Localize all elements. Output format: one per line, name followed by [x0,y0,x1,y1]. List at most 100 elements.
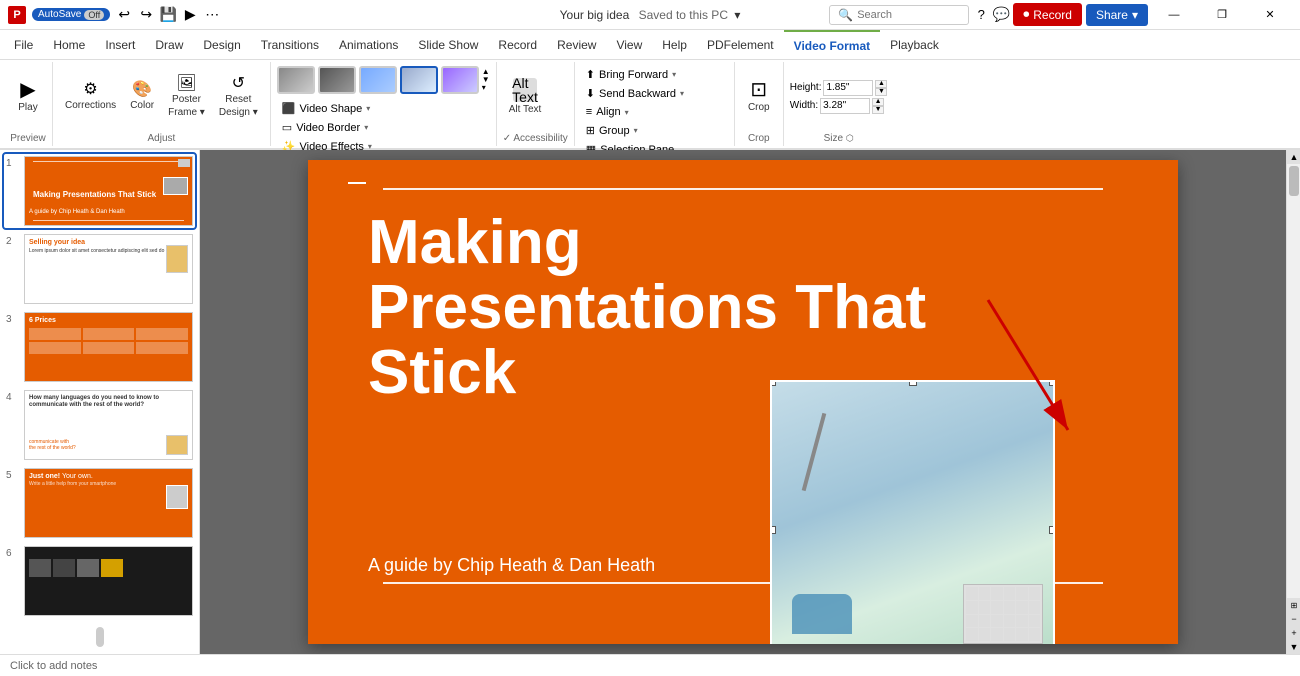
send-backward-button[interactable]: ⬇ Send Backward ▾ [581,85,689,102]
undo-icon[interactable]: ↩ [116,7,132,23]
group-arrow: ▾ [634,126,638,135]
tab-file[interactable]: File [4,30,43,59]
slide-item-4[interactable]: 4 How many languages do you need to know… [4,388,195,462]
width-down[interactable]: ▼ [872,106,884,114]
slide-number-4: 4 [6,392,18,403]
zoom-in-button[interactable]: + [1287,626,1300,640]
size-expand-icon[interactable]: ⬡ [846,133,854,143]
search-box[interactable]: 🔍 [829,5,969,25]
style-more[interactable]: ▾ [482,84,490,92]
autosave-label: AutoSave [38,9,81,20]
slide-number-3: 3 [6,314,18,325]
close-button[interactable]: ✕ [1248,0,1292,30]
style-thumb-4[interactable] [400,66,438,94]
tab-draw[interactable]: Draw [145,30,193,59]
tab-home[interactable]: Home [43,30,95,59]
canvas-area: Making Presentations That Stick A guide … [200,150,1286,654]
bring-forward-button[interactable]: ⬆ Bring Forward ▾ [581,66,689,83]
more-icon[interactable]: ⋯ [204,7,220,23]
title-dropdown-icon[interactable]: ▾ [734,8,740,22]
crop-button[interactable]: ⊡ Crop [741,77,777,116]
header-record-button[interactable]: ⏺ Record [1013,3,1082,26]
zoom-out-button[interactable]: − [1287,612,1300,626]
handle-tm[interactable] [909,380,917,386]
slide-item-6[interactable]: 6 [4,544,195,618]
height-input[interactable] [823,80,873,96]
handle-ml[interactable] [770,526,776,534]
search-input[interactable] [857,9,957,21]
color-button[interactable]: 🎨 Color [124,79,160,114]
scroll-track [1287,164,1300,598]
tab-insert[interactable]: Insert [95,30,145,59]
slide-item-3[interactable]: 3 6 Prices [4,310,195,384]
handle-tl[interactable] [770,380,776,386]
color-icon: 🎨 [132,82,152,98]
alt-text-button[interactable]: AltText Alt Text [503,75,548,118]
slide-item-2[interactable]: 2 Selling your idea Lorem ipsum dolor si… [4,232,195,306]
maximize-button[interactable]: ❐ [1200,0,1244,30]
help-icon[interactable]: ? [973,7,989,23]
group-button[interactable]: ⊞ Group ▾ [581,122,689,139]
scroll-down-button[interactable]: ▼ [1287,640,1300,654]
save-icon[interactable]: 💾 [160,7,176,23]
send-backward-icon: ⬇ [586,87,595,100]
title-bar-right: 🔍 ? 💬 ⏺ Record Share ▾ — ❐ ✕ [829,0,1292,30]
width-up[interactable]: ▲ [872,98,884,106]
height-up[interactable]: ▲ [875,80,887,88]
minimize-button[interactable]: — [1152,0,1196,30]
slide-item-1[interactable]: 1 Making Presentations That Stick A guid… [4,154,195,228]
style-thumb-3[interactable] [359,66,397,94]
style-thumb-5[interactable] [441,66,479,94]
tab-animations[interactable]: Animations [329,30,408,59]
video-border-button[interactable]: ▭ Video Border ▾ [277,119,490,136]
ribbon-group-accessibility: AltText Alt Text ✓ Accessibility [497,62,575,146]
style-thumb-2[interactable] [318,66,356,94]
handle-mr[interactable] [1049,526,1055,534]
share-arrow-icon: ▾ [1132,8,1138,22]
fit-button[interactable]: ⊞ [1287,598,1300,612]
ribbon-group-video-styles: ▲ ▼ ▾ ⬛ Video Shape ▾ ▭ Video Border ▾ ✨ [271,62,497,146]
scroll-thumb[interactable] [1289,166,1299,196]
video-element[interactable]: ▶ ⏮ ⏭ 00:00,00 🔊 [770,380,1055,644]
alt-text-label: Alt Text [509,104,542,115]
notes-bar[interactable]: Click to add notes [0,654,1300,676]
redo-icon[interactable]: ↪ [138,7,154,23]
play-button[interactable]: ▶ Play [10,77,46,116]
autosave-toggle[interactable]: AutoSave Off [32,8,110,21]
tab-record[interactable]: Record [488,30,547,59]
style-thumb-1[interactable] [277,66,315,94]
slide-item-5[interactable]: 5 Just one! Your own. Write a little hel… [4,466,195,540]
tab-playback[interactable]: Playback [880,30,949,59]
preview-group-label: Preview [10,129,46,144]
size-inputs: Height: ▲ ▼ Width: ▲ ▼ [790,80,888,114]
tab-videoformat[interactable]: Video Format [784,30,880,59]
width-spinners: ▲ ▼ [872,98,884,114]
corrections-icon: ⚙ [83,82,97,98]
reset-design-button[interactable]: ↺ Reset Design ▾ [213,73,264,121]
align-button[interactable]: ≡ Align ▾ [581,104,689,120]
accessibility-buttons: AltText Alt Text [503,64,548,129]
comment-icon[interactable]: 💬 [993,7,1009,23]
saved-status: Saved to this PC [639,8,728,22]
scroll-up-button[interactable]: ▲ [1287,150,1300,164]
reset-design-label: Design ▾ [219,107,258,118]
handle-tr[interactable] [1049,380,1055,386]
slide-panel: 1 Making Presentations That Stick A guid… [0,150,200,654]
height-down[interactable]: ▼ [875,88,887,96]
header-share-button[interactable]: Share ▾ [1086,4,1148,26]
poster-frame-button[interactable]: 🖼 Poster Frame ▾ [162,73,211,121]
video-shape-button[interactable]: ⬛ Video Shape ▾ [277,100,490,117]
tab-design[interactable]: Design [193,30,250,59]
tab-slideshow[interactable]: Slide Show [408,30,488,59]
tab-transitions[interactable]: Transitions [251,30,329,59]
tab-help[interactable]: Help [652,30,697,59]
tab-pdfelement[interactable]: PDFelement [697,30,784,59]
adjust-buttons: ⚙ Corrections 🎨 Color 🖼 Poster Frame ▾ ↺… [59,64,264,129]
present-icon[interactable]: ▶ [182,7,198,23]
tab-view[interactable]: View [606,30,652,59]
slide-panel-scrollbar[interactable] [96,627,104,647]
tab-review[interactable]: Review [547,30,606,59]
width-input[interactable] [820,98,870,114]
corrections-button[interactable]: ⚙ Corrections [59,79,122,114]
video-shape-icon: ⬛ [282,102,296,115]
